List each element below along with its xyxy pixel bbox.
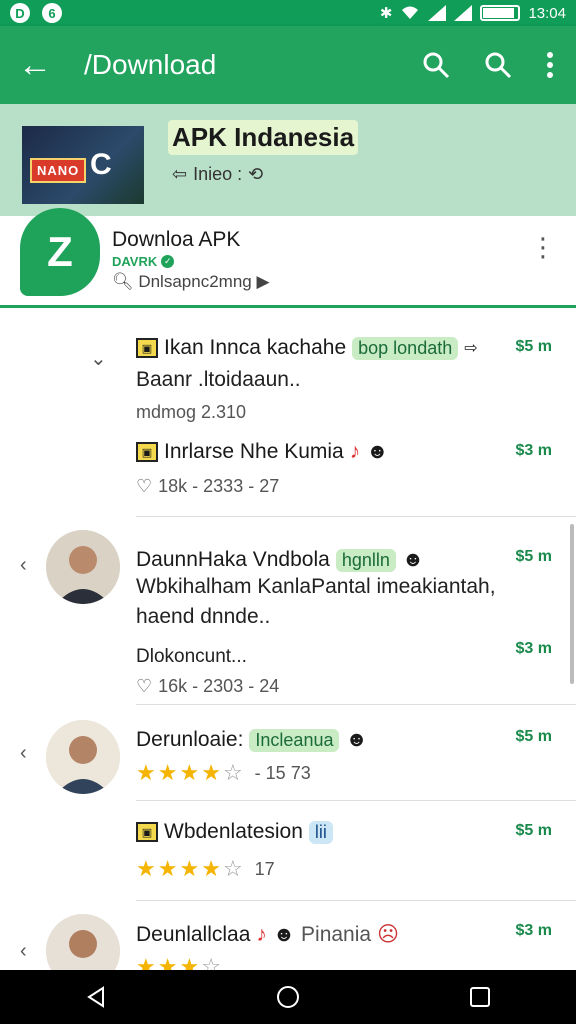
music-note-icon: ♪ (256, 922, 267, 946)
emoji-icon: ▣ (136, 338, 158, 358)
nav-home-button[interactable] (276, 985, 300, 1009)
loop-icon: ⟲ (248, 164, 264, 184)
channel-tag: DAVRK ✓ (112, 254, 175, 269)
heart-icon[interactable]: ♡ (136, 476, 152, 497)
item-stats: ♡ 16k - 2303 - 24 (136, 676, 280, 697)
tag-pill: Incleanua (249, 728, 340, 752)
rating-stars: ★ ★ ★ ★ ☆ - 15 73 (136, 760, 311, 785)
item-title: ▣ Ikan Innca kachahe bop londath ⇨ (136, 336, 478, 360)
banner[interactable]: NANO C APK Indanesia ⇦ Inieo : ⟲ (0, 104, 576, 216)
item-title: DaunnHaka Vndbola hgnlln ☻ (136, 548, 424, 572)
item-title: ▣ Inrlarse Nhe Kumia ♪ ☻ (136, 440, 388, 464)
item-meta: mdmog 2.310 (136, 402, 247, 422)
system-nav-bar (0, 970, 576, 1024)
circle-home-icon (276, 986, 299, 1008)
item-stats: ♡ 18k - 2333 - 27 (136, 476, 280, 497)
battery-icon (480, 5, 521, 21)
avatar[interactable] (46, 530, 120, 604)
avatar[interactable] (46, 720, 120, 794)
bluetooth-icon: ✱ (379, 5, 393, 22)
arrow-left-icon: ← (18, 45, 52, 84)
divider (136, 900, 576, 901)
chevron-down-icon[interactable]: ⌄ (90, 346, 107, 371)
price-label: $3 m (515, 640, 552, 657)
emoji-icon: ▣ (136, 442, 158, 462)
channel-meta: 🔍︎ Dnlsapnc2mng ▶ (112, 272, 270, 291)
app-bar: ← /Download (0, 26, 576, 104)
search-icon[interactable] (484, 51, 512, 79)
price-label: $3 m (515, 922, 552, 939)
square-recents-icon (470, 987, 491, 1007)
chevron-left-icon[interactable]: ‹ (20, 742, 27, 765)
triangle-back-icon (86, 986, 104, 1008)
banner-subtitle: ⇦ Inieo : ⟲ (172, 164, 264, 184)
smile-emoji-icon: ☻ (401, 548, 424, 571)
emoji-icon: ▣ (136, 822, 158, 842)
channel-header[interactable]: Z Downloa APK DAVRK ✓ 🔍︎ Dnlsapnc2mng ▶ … (0, 208, 576, 308)
tag-pill: lii (308, 820, 333, 844)
clock: 13:04 (528, 4, 566, 22)
item-title: Deunlallclaa ♪ ☻ Pinania ☹ (136, 922, 399, 947)
music-note-icon: ♪ (349, 440, 361, 463)
item-meta: Dlokoncunt... (136, 646, 247, 667)
video-icon: ▶ (256, 272, 270, 291)
status-bar: D 6 ✱ 13:04 (0, 0, 576, 26)
more-vert-icon[interactable] (546, 52, 554, 78)
item-body: Baanr .ltoidaaun.. (136, 368, 301, 391)
scrollbar[interactable] (570, 524, 574, 684)
chevron-left-icon[interactable]: ‹ (20, 940, 27, 963)
item-title: ▣ Wbdenlatesion lii (136, 820, 333, 844)
rating-stars: ★ ★ ★ ☆ (136, 954, 221, 970)
page-title: /Download (84, 49, 217, 80)
price-label: $5 m (515, 822, 552, 839)
tag-pill: hgnlln (335, 548, 396, 572)
search-icon: 🔍︎ (112, 272, 134, 291)
chevron-left-icon[interactable]: ‹ (20, 554, 27, 577)
nav-recents-button[interactable] (469, 986, 491, 1008)
share-icon: ⇦ (172, 164, 188, 184)
smile-emoji-icon: ☻ (345, 728, 368, 751)
signal-icon (428, 5, 447, 21)
divider (136, 516, 576, 517)
price-label: $5 m (515, 338, 552, 355)
channel-logo: Z (20, 208, 100, 296)
avatar[interactable] (46, 914, 120, 970)
banner-title: APK Indanesia (168, 120, 359, 155)
channel-name: Downloa APK (112, 228, 241, 251)
price-label: $5 m (515, 548, 552, 565)
nav-back-button[interactable] (85, 986, 107, 1008)
item-title: Derunloaie: Incleanua ☻ (136, 728, 368, 752)
heart-icon[interactable]: ♡ (136, 676, 152, 697)
thumbnail-letter: C (90, 148, 112, 181)
banner-thumbnail: NANO C (22, 126, 144, 204)
rating-stars: ★ ★ ★ ★ ☆ 17 (136, 856, 275, 881)
signal-icon (454, 5, 473, 21)
search-icon[interactable] (422, 51, 450, 79)
price-label: $3 m (515, 442, 552, 459)
notification-icon: D (10, 3, 30, 23)
verified-icon: ✓ (161, 255, 175, 268)
price-label: $5 m (515, 728, 552, 745)
divider (136, 704, 576, 705)
wifi-icon (402, 6, 419, 19)
divider (136, 800, 576, 801)
comment-feed[interactable]: ⌄ ▣ Ikan Innca kachahe bop londath ⇨ $5 … (0, 310, 576, 970)
tag-pill: bop londath (352, 336, 459, 360)
notification-icon: 6 (42, 3, 62, 23)
face-icon: ☹ (377, 923, 399, 946)
back-button[interactable]: ← (0, 46, 70, 85)
item-body: haend dnnde.. (136, 605, 271, 628)
thumbnail-badge: NANO (30, 158, 87, 183)
smile-emoji-icon: ☻ (272, 922, 296, 946)
smile-emoji-icon: ☻ (366, 440, 389, 463)
more-vert-icon[interactable]: ⋮ (530, 232, 556, 263)
item-body: Wbkihalham KanlaPantal imeakiantah, (136, 575, 496, 598)
arrow-icon: ⇨ (464, 340, 478, 357)
